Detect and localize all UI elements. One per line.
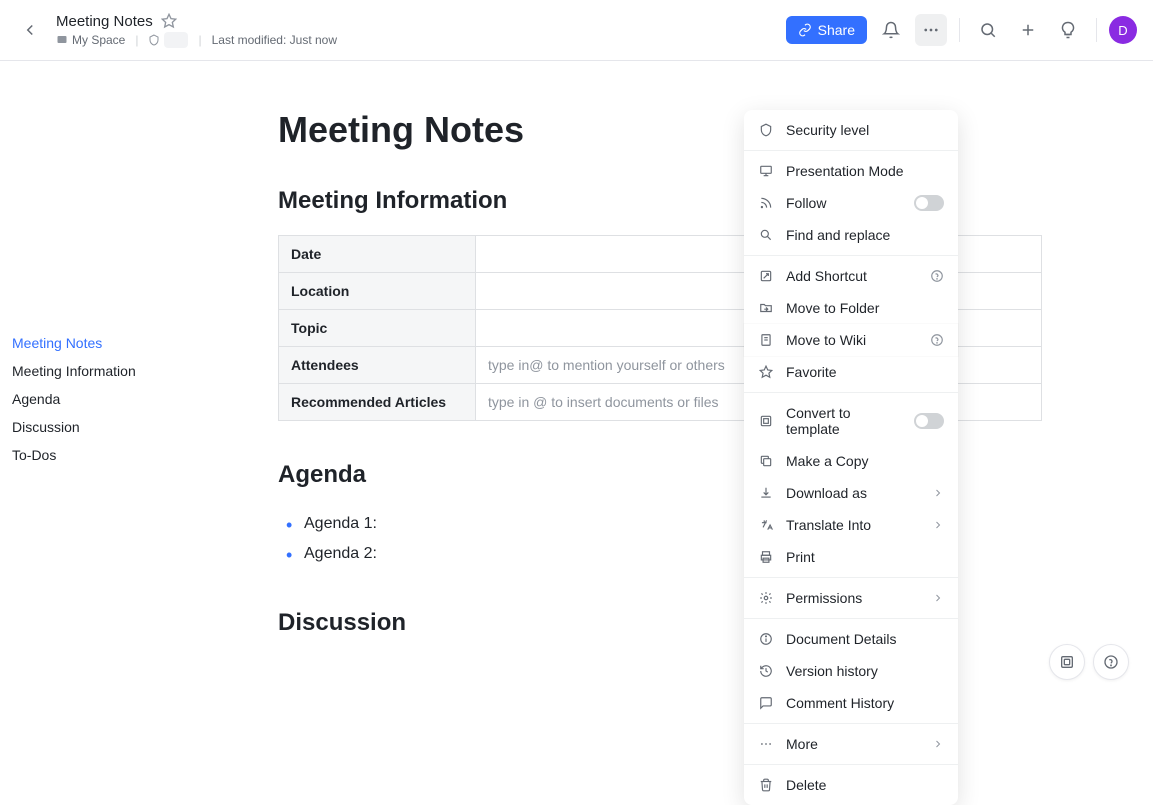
bulb-icon[interactable] bbox=[1052, 14, 1084, 46]
doc-title: Meeting Notes bbox=[56, 13, 153, 30]
notifications-icon[interactable] bbox=[875, 14, 907, 46]
comment-icon bbox=[758, 695, 774, 711]
chevron-right-icon bbox=[932, 519, 944, 531]
toc-item[interactable]: Agenda bbox=[12, 385, 192, 413]
menu-copy[interactable]: Make a Copy bbox=[744, 445, 958, 477]
chevron-right-icon bbox=[932, 592, 944, 604]
wiki-icon bbox=[758, 332, 774, 348]
folder-icon bbox=[758, 300, 774, 316]
rss-icon bbox=[758, 195, 774, 211]
help-button[interactable] bbox=[1093, 644, 1129, 680]
menu-presentation[interactable]: Presentation Mode bbox=[744, 155, 958, 187]
toc-item[interactable]: Meeting Notes bbox=[12, 329, 192, 357]
row-label[interactable]: Topic bbox=[279, 310, 476, 347]
menu-version[interactable]: Version history bbox=[744, 655, 958, 687]
toc-item[interactable]: Discussion bbox=[12, 413, 192, 441]
menu-download[interactable]: Download as bbox=[744, 477, 958, 509]
menu-favorite[interactable]: Favorite bbox=[744, 356, 958, 388]
last-modified: Last modified: Just now bbox=[212, 33, 337, 47]
menu-shortcut[interactable]: Add Shortcut bbox=[744, 260, 958, 292]
row-label[interactable]: Date bbox=[279, 236, 476, 273]
find-icon bbox=[758, 227, 774, 243]
menu-security[interactable]: Security level bbox=[744, 114, 958, 146]
copy-icon bbox=[758, 453, 774, 469]
space-label: My Space bbox=[72, 33, 125, 47]
help-icon bbox=[930, 269, 944, 283]
template-icon bbox=[758, 413, 774, 429]
row-label[interactable]: Location bbox=[279, 273, 476, 310]
template-toggle[interactable] bbox=[914, 413, 944, 429]
share-button[interactable]: Share bbox=[786, 16, 867, 44]
menu-translate[interactable]: Translate Into bbox=[744, 509, 958, 541]
menu-find[interactable]: Find and replace bbox=[744, 219, 958, 251]
menu-print[interactable]: Print bbox=[744, 541, 958, 573]
menu-move-wiki[interactable]: Move to Wiki bbox=[744, 324, 958, 356]
info-icon bbox=[758, 631, 774, 647]
follow-toggle[interactable] bbox=[914, 195, 944, 211]
help-icon bbox=[930, 333, 944, 347]
shortcut-icon bbox=[758, 268, 774, 284]
chevron-right-icon bbox=[932, 487, 944, 499]
chevron-right-icon bbox=[932, 738, 944, 750]
trash-icon bbox=[758, 777, 774, 793]
more-dropdown: Security level Presentation Mode Follow … bbox=[744, 110, 958, 805]
presentation-icon bbox=[758, 163, 774, 179]
download-icon bbox=[758, 485, 774, 501]
print-icon bbox=[758, 549, 774, 565]
row-label[interactable]: Recommended Articles bbox=[279, 384, 476, 421]
menu-move-folder[interactable]: Move to Folder bbox=[744, 292, 958, 324]
add-icon[interactable] bbox=[1012, 14, 1044, 46]
avatar[interactable]: D bbox=[1109, 16, 1137, 44]
menu-more[interactable]: More bbox=[744, 728, 958, 760]
menu-permissions[interactable]: Permissions bbox=[744, 582, 958, 614]
more-icon[interactable] bbox=[915, 14, 947, 46]
menu-template[interactable]: Convert to template bbox=[744, 397, 958, 445]
menu-comment[interactable]: Comment History bbox=[744, 687, 958, 719]
gear-icon bbox=[758, 590, 774, 606]
shield-icon bbox=[758, 122, 774, 138]
back-button[interactable] bbox=[16, 16, 44, 44]
history-icon bbox=[758, 663, 774, 679]
menu-follow[interactable]: Follow bbox=[744, 187, 958, 219]
dots-icon bbox=[758, 736, 774, 752]
status-badge bbox=[148, 32, 188, 48]
menu-delete[interactable]: Delete bbox=[744, 769, 958, 801]
translate-icon bbox=[758, 517, 774, 533]
space-breadcrumb[interactable]: My Space bbox=[56, 33, 125, 47]
star-icon bbox=[758, 364, 774, 380]
table-of-contents: Meeting Notes Meeting Information Agenda… bbox=[12, 329, 192, 469]
row-label[interactable]: Attendees bbox=[279, 347, 476, 384]
star-icon[interactable] bbox=[161, 13, 177, 29]
widget-button[interactable] bbox=[1049, 644, 1085, 680]
search-icon[interactable] bbox=[972, 14, 1004, 46]
toc-item[interactable]: To-Dos bbox=[12, 441, 192, 469]
share-label: Share bbox=[818, 22, 855, 38]
menu-details[interactable]: Document Details bbox=[744, 623, 958, 655]
toc-item[interactable]: Meeting Information bbox=[12, 357, 192, 385]
